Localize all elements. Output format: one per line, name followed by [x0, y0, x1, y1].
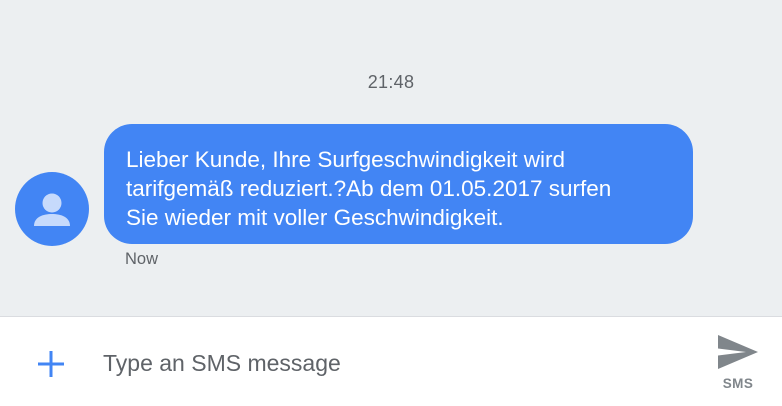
conversation-view: 21:48 Lieber Kunde, Ihre Surfgeschwindig…	[0, 0, 782, 316]
message-timestamp: 21:48	[367, 72, 415, 92]
send-label: SMS	[722, 376, 754, 391]
message-status: Now	[125, 250, 159, 268]
message-bubble[interactable]: Lieber Kunde, Ihre Surfgeschwindigkeit w…	[104, 124, 693, 244]
compose-bar: SMS	[0, 316, 782, 406]
send-icon	[718, 335, 758, 369]
message-input[interactable]	[103, 341, 683, 385]
person-icon	[34, 193, 70, 226]
contact-avatar[interactable]	[15, 172, 89, 246]
plus-icon	[38, 351, 64, 377]
attach-button[interactable]	[31, 344, 71, 384]
send-button[interactable]: SMS	[708, 333, 768, 397]
